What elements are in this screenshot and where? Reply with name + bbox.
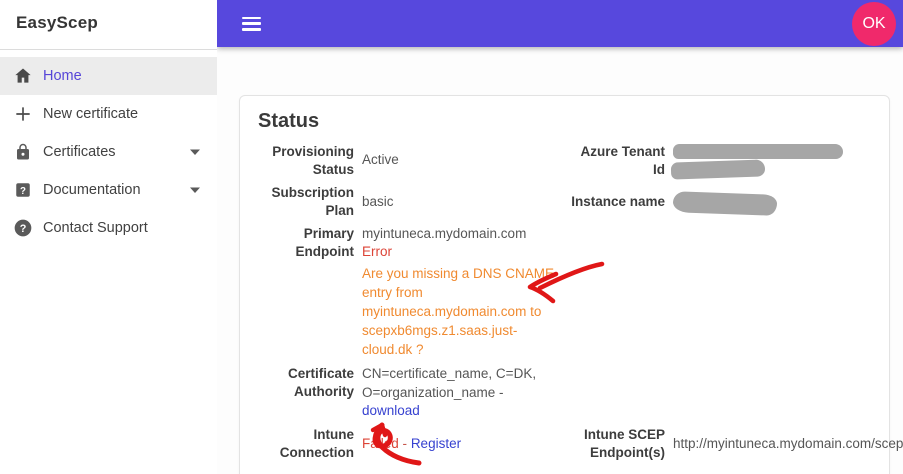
field-label-intune-scep-endpoints: Intune SCEP Endpoint(s) xyxy=(583,427,665,460)
sidebar: EasyScep Home New certificate Certificat… xyxy=(0,0,217,474)
sidebar-item-documentation[interactable]: ? Documentation xyxy=(0,171,217,209)
sidebar-item-certificates[interactable]: Certificates xyxy=(0,133,217,171)
field-label-primary-endpoint: Primary Endpoint xyxy=(295,226,354,259)
help-square-icon: ? xyxy=(12,179,34,201)
appbar: OK xyxy=(217,0,903,47)
main-content: Status Provisioning Status Active Azure … xyxy=(217,47,903,474)
card-title: Status xyxy=(258,110,320,132)
home-icon xyxy=(12,65,34,87)
sidebar-item-label: Home xyxy=(43,68,82,84)
field-value-instance-name xyxy=(672,190,903,216)
avatar[interactable]: OK xyxy=(852,2,896,46)
sidebar-item-contact-support[interactable]: ? Contact Support xyxy=(0,209,217,247)
svg-text:?: ? xyxy=(20,186,26,197)
register-link[interactable]: Register xyxy=(411,436,461,451)
sidebar-item-home[interactable]: Home xyxy=(0,57,217,95)
field-label-intune-connection: Intune Connection xyxy=(279,427,354,460)
redaction-scribble xyxy=(672,190,778,216)
field-value-primary-endpoint: myintuneca.mydomain.com Error Are you mi… xyxy=(362,225,557,359)
app-title: EasyScep xyxy=(16,13,98,32)
field-value-intune-connection: Failed - Register xyxy=(362,435,557,453)
easyscep-app: EasyScep Home New certificate Certificat… xyxy=(0,0,903,474)
field-label-subscription-plan: Subscription Plan xyxy=(271,185,354,218)
field-value-subscription-plan: basic xyxy=(362,193,394,209)
lock-icon xyxy=(12,141,34,163)
field-label-azure-tenant-id: Azure Tenant Id xyxy=(580,144,665,177)
sidebar-item-label: New certificate xyxy=(43,106,139,122)
field-value-azure-tenant-id xyxy=(670,143,903,180)
chevron-down-icon xyxy=(190,149,200,155)
field-label-certificate-authority: Certificate Authority xyxy=(287,366,354,399)
field-label-instance-name: Instance name xyxy=(571,193,665,209)
primary-endpoint-host: myintuneca.mydomain.com xyxy=(362,226,527,242)
status-fields: Provisioning Status Active Azure Tenant … xyxy=(258,143,903,461)
sidebar-item-new-certificate[interactable]: New certificate xyxy=(0,95,217,133)
sidebar-item-label: Documentation xyxy=(43,182,141,198)
intune-connection-status: Failed xyxy=(362,435,399,451)
certificate-authority-dn: CN=certificate_name, C=DK, O=organizatio… xyxy=(362,366,537,400)
field-value-provisioning-status: Active xyxy=(362,152,399,168)
separator: - xyxy=(402,435,408,451)
status-card: Status Provisioning Status Active Azure … xyxy=(239,95,903,474)
download-link[interactable]: download xyxy=(362,403,420,418)
sidebar-item-label: Contact Support xyxy=(43,220,148,236)
redaction-scribble xyxy=(670,158,766,180)
sidebar-item-label: Certificates xyxy=(43,144,116,160)
svg-text:?: ? xyxy=(20,223,27,235)
menu-icon[interactable] xyxy=(242,16,261,31)
help-circle-icon: ? xyxy=(12,217,34,239)
field-value-certificate-authority: CN=certificate_name, C=DK, O=organizatio… xyxy=(362,365,557,420)
sidebar-nav: Home New certificate Certificates ? Docu… xyxy=(0,50,217,247)
field-label-provisioning-status: Provisioning Status xyxy=(272,144,354,177)
sidebar-header: EasyScep xyxy=(0,0,217,50)
field-value-intune-scep-endpoints: http://myintuneca.mydomain.com/scep xyxy=(673,435,903,451)
chevron-down-icon xyxy=(190,187,200,193)
redaction-scribble xyxy=(673,143,843,159)
plus-icon xyxy=(12,103,34,125)
primary-endpoint-error: Error xyxy=(362,244,392,260)
dns-cname-warning: Are you missing a DNS CNAME entry from m… xyxy=(362,265,555,358)
